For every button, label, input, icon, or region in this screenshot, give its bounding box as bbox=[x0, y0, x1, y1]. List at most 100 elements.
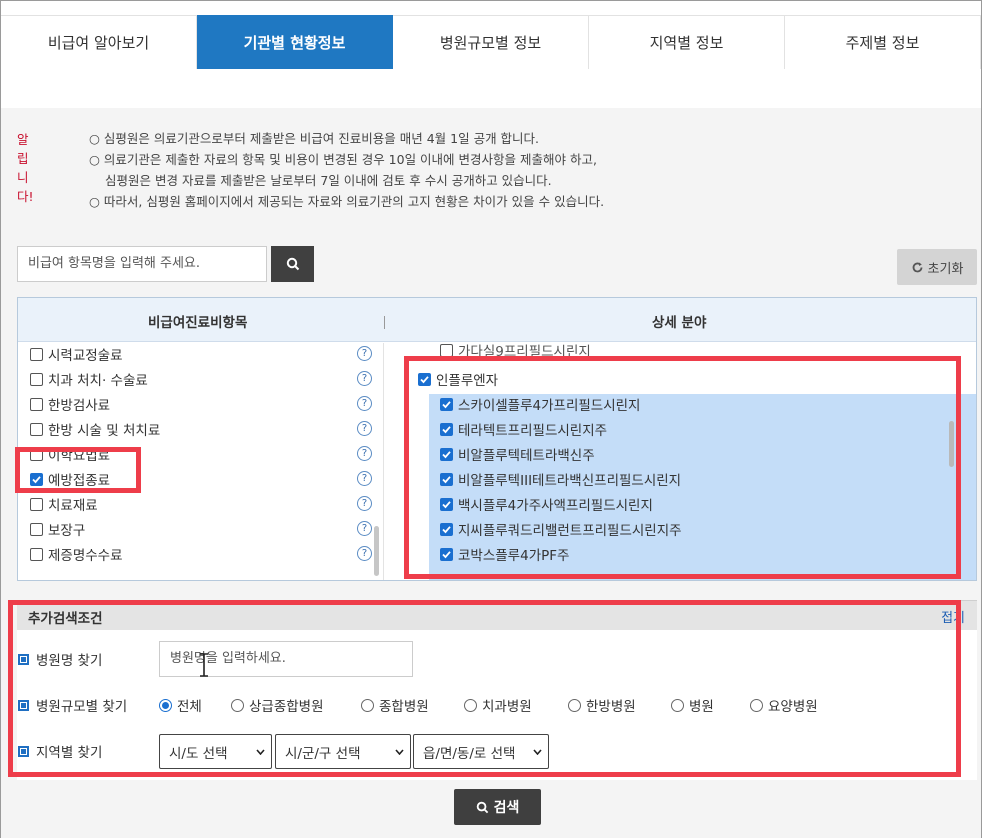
category-label: 시력교정술료 bbox=[48, 348, 123, 364]
tab-region[interactable]: 지역별 정보 bbox=[589, 15, 785, 69]
checkbox-checked[interactable] bbox=[440, 547, 453, 561]
help-icon[interactable]: ? bbox=[357, 446, 372, 461]
detail-label: 가다실9프리필드시린지 bbox=[458, 344, 591, 359]
checkbox[interactable] bbox=[440, 343, 453, 357]
checkbox-checked[interactable] bbox=[418, 372, 431, 386]
detail-item-partial[interactable]: 가다실9프리필드시린지 bbox=[440, 343, 591, 359]
category-item-vaccination[interactable]: 예방접종료 bbox=[30, 469, 110, 489]
radio-tertiary-hospital[interactable]: 상급종합병원 bbox=[231, 695, 324, 715]
checkbox-checked[interactable] bbox=[440, 447, 453, 461]
check-icon bbox=[442, 475, 451, 483]
detail-item[interactable]: 비알플루텍III테트라백신프리필드시린지 bbox=[440, 469, 681, 489]
chevron-down-icon bbox=[533, 749, 542, 755]
category-item[interactable]: 보장구 bbox=[30, 519, 85, 539]
left-column-header: 비급여진료비항목 bbox=[148, 315, 248, 331]
hospital-size-row-label: 병원규모별 찾기 bbox=[18, 695, 127, 715]
label-text: 병원규모별 찾기 bbox=[36, 699, 128, 715]
group-influenza[interactable]: 인플루엔자 bbox=[418, 369, 498, 389]
category-item[interactable]: 치과 처치· 수술료 bbox=[30, 369, 148, 389]
checkbox[interactable] bbox=[30, 547, 43, 561]
help-icon[interactable]: ? bbox=[357, 546, 372, 561]
radio-all[interactable]: 전체 bbox=[159, 695, 202, 715]
search-submit-button[interactable]: 검색 bbox=[454, 789, 541, 825]
radio-nursing-hospital[interactable]: 요양병원 bbox=[750, 695, 818, 715]
category-item[interactable]: 이학요법료 bbox=[30, 444, 110, 464]
checkbox[interactable] bbox=[30, 347, 43, 361]
radio-label: 한방병원 bbox=[586, 699, 636, 715]
radio-oriental-hospital[interactable]: 한방병원 bbox=[568, 695, 636, 715]
help-icon[interactable]: ? bbox=[357, 496, 372, 511]
tab-non-covered-info[interactable]: 비급여 알아보기 bbox=[1, 15, 197, 69]
tab-hospital-size[interactable]: 병원규모별 정보 bbox=[393, 15, 589, 69]
item-search-input[interactable]: 비급여 항목명을 입력해 주세요. bbox=[17, 246, 267, 282]
detail-item[interactable]: 지씨플루쿼드리밸런트프리필드시린지주 bbox=[440, 519, 682, 539]
radio-general-hospital[interactable]: 종합병원 bbox=[361, 695, 429, 715]
help-icon[interactable]: ? bbox=[357, 471, 372, 486]
category-label: 제증명수수료 bbox=[48, 548, 123, 564]
tab-topic[interactable]: 주제별 정보 bbox=[785, 15, 981, 69]
checkbox[interactable] bbox=[30, 372, 43, 386]
detail-label: 비알플루텍테트라백신주 bbox=[458, 448, 595, 464]
detail-item[interactable]: 비알플루텍테트라백신주 bbox=[440, 444, 595, 464]
radio-label: 전체 bbox=[177, 699, 202, 715]
detail-label: 테라텍트프리필드시린지주 bbox=[458, 423, 608, 439]
checkbox-checked[interactable] bbox=[440, 497, 453, 511]
group-label: 인플루엔자 bbox=[436, 373, 499, 389]
left-scrollbar-thumb[interactable] bbox=[374, 526, 379, 576]
radio-label: 상급종합병원 bbox=[249, 699, 324, 715]
category-item[interactable]: 시력교정술료 bbox=[30, 344, 123, 364]
radio-selected[interactable] bbox=[159, 698, 172, 712]
radio[interactable] bbox=[671, 698, 684, 712]
reset-button[interactable]: 초기화 bbox=[897, 249, 977, 285]
radio[interactable] bbox=[464, 698, 477, 712]
checkbox-checked[interactable] bbox=[30, 472, 43, 486]
category-list: 시력교정술료 ? 치과 처치· 수술료 ? 한방검사료 ? 한방 시술 및 처치… bbox=[18, 343, 383, 580]
check-icon bbox=[442, 400, 451, 408]
item-search-button[interactable] bbox=[271, 246, 314, 282]
detail-item[interactable]: 백시플루4가주사액프리필드시린지 bbox=[440, 494, 653, 514]
category-item[interactable]: 한방 시술 및 처치료 bbox=[30, 419, 160, 439]
checkbox[interactable] bbox=[30, 422, 43, 436]
checkbox-checked[interactable] bbox=[440, 397, 453, 411]
tab-bar: 비급여 알아보기 기관별 현황정보 병원규모별 정보 지역별 정보 주제별 정보 bbox=[1, 15, 981, 69]
detail-list: 가다실9프리필드시린지 인플루엔자 스카이셀플루4가프리필드시린지 테라텍트프리… bbox=[384, 343, 976, 580]
category-item[interactable]: 한방검사료 bbox=[30, 394, 110, 414]
category-item[interactable]: 치료재료 bbox=[30, 494, 98, 514]
help-icon[interactable]: ? bbox=[357, 521, 372, 536]
detail-item[interactable]: 스카이셀플루4가프리필드시린지 bbox=[440, 394, 640, 414]
additional-search-title: 추가검색조건 bbox=[28, 611, 103, 627]
help-icon[interactable]: ? bbox=[357, 346, 372, 361]
radio[interactable] bbox=[568, 698, 581, 712]
radio[interactable] bbox=[231, 698, 244, 712]
fold-link[interactable]: 접기 bbox=[941, 607, 965, 626]
radio-label: 종합병원 bbox=[379, 699, 429, 715]
detail-item[interactable]: 테라텍트프리필드시린지주 bbox=[440, 419, 607, 439]
district-select[interactable]: 시/군/구 선택 bbox=[275, 734, 411, 769]
select-value: 시/도 선택 bbox=[169, 745, 228, 762]
radio-dental-hospital[interactable]: 치과병원 bbox=[464, 695, 532, 715]
checkbox[interactable] bbox=[30, 397, 43, 411]
detail-item[interactable]: 코박스플루4가PF주 bbox=[440, 544, 569, 564]
checkbox-checked[interactable] bbox=[440, 472, 453, 486]
help-icon[interactable]: ? bbox=[357, 421, 372, 436]
radio-hospital[interactable]: 병원 bbox=[671, 695, 714, 715]
checkbox[interactable] bbox=[30, 497, 43, 511]
help-icon[interactable]: ? bbox=[357, 371, 372, 386]
right-scrollbar-thumb[interactable] bbox=[949, 421, 954, 467]
check-icon bbox=[32, 475, 41, 483]
radio-label: 병원 bbox=[689, 699, 714, 715]
category-item[interactable]: 제증명수수료 bbox=[30, 544, 123, 564]
help-icon[interactable]: ? bbox=[357, 396, 372, 411]
tab-institution-status[interactable]: 기관별 현황정보 bbox=[197, 15, 393, 69]
notice-line: 심평원은 변경 자료를 제출받은 날로부터 7일 이내에 검토 후 수시 공개하… bbox=[105, 173, 552, 188]
neighborhood-select[interactable]: 읍/면/동/로 선택 bbox=[413, 734, 549, 769]
province-select[interactable]: 시/도 선택 bbox=[159, 734, 272, 769]
radio-label: 요양병원 bbox=[768, 699, 818, 715]
search-icon bbox=[286, 257, 299, 271]
radio[interactable] bbox=[750, 698, 763, 712]
checkbox-checked[interactable] bbox=[440, 422, 453, 436]
checkbox-checked[interactable] bbox=[440, 522, 453, 536]
checkbox[interactable] bbox=[30, 522, 43, 536]
radio[interactable] bbox=[361, 698, 374, 712]
checkbox[interactable] bbox=[30, 447, 43, 461]
